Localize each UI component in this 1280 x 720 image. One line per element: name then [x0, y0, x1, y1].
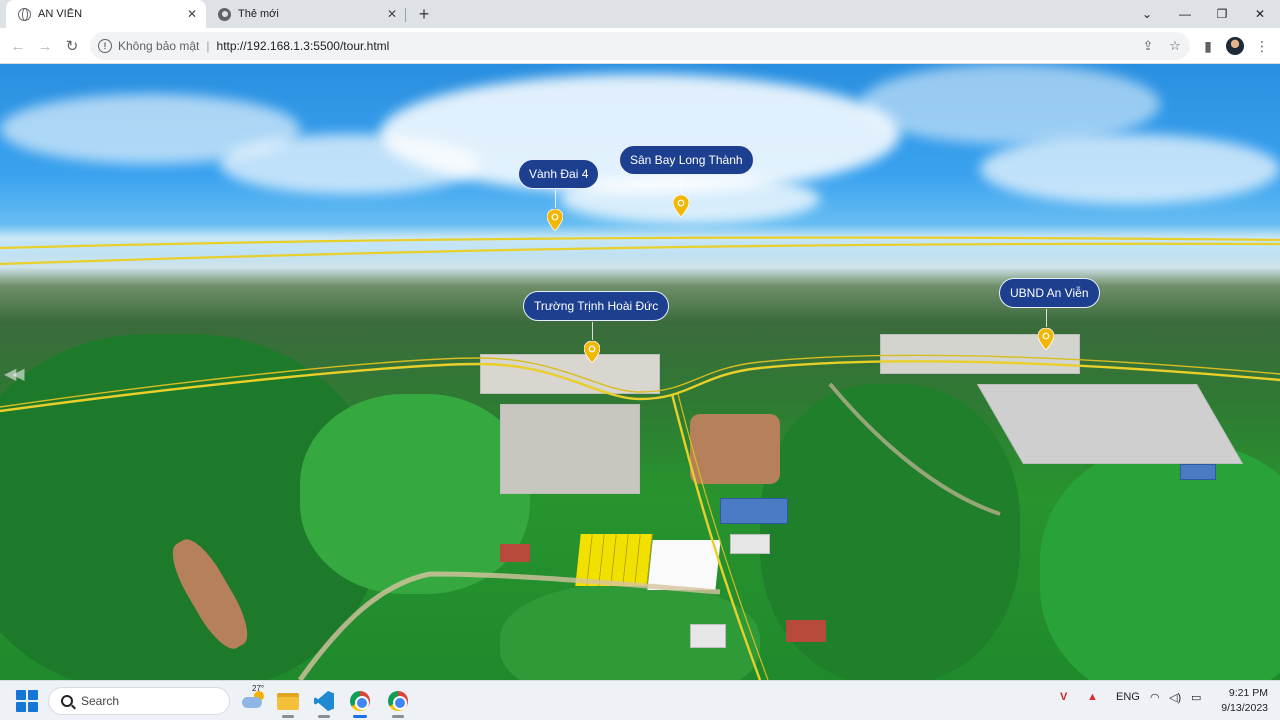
hotspot-stem — [681, 176, 682, 194]
location-pin-icon[interactable] — [1038, 328, 1054, 350]
maximize-button[interactable]: ❐ — [1203, 0, 1241, 28]
back-arrow-icon[interactable]: ← — [6, 34, 30, 58]
location-pin-icon[interactable] — [584, 341, 600, 363]
hotspot-stem — [1046, 309, 1047, 327]
input-language[interactable]: ENG — [1116, 691, 1140, 703]
clock-time: 9:21 PM — [1228, 687, 1268, 699]
hotspot-truong-trinh-hoai-duc-label[interactable]: Trường Trịnh Hoài Đức — [523, 291, 670, 321]
chrome-profile-taskbar-icon[interactable] — [384, 687, 412, 718]
system-clock[interactable]: 9:21 PM 9/13/2023 — [1212, 686, 1268, 716]
tray-app-icon[interactable]: ▲ — [1087, 691, 1098, 703]
close-tab-icon[interactable]: ✕ — [184, 6, 200, 22]
not-secure-icon[interactable]: ! — [98, 39, 112, 53]
reload-icon[interactable]: ↻ — [60, 34, 84, 58]
panorama-viewer[interactable]: Vành Đai 4 Sân Bay Long Thành Trường Trị… — [0, 64, 1280, 680]
chrome-taskbar-icon[interactable] — [346, 687, 374, 718]
tab-an-vien[interactable]: AN VIỄN ✕ — [6, 0, 206, 28]
tab-title: AN VIỄN — [38, 8, 83, 20]
vscode-icon[interactable] — [310, 687, 338, 718]
location-pin-icon[interactable] — [673, 195, 689, 217]
search-icon — [61, 695, 73, 707]
menu-kebab-icon[interactable]: ⋮ — [1250, 34, 1274, 58]
windows-start-icon[interactable] — [16, 690, 38, 712]
tray-app-icon[interactable]: V — [1060, 691, 1067, 703]
side-panel-icon[interactable]: ▮ — [1196, 34, 1220, 58]
address-bar[interactable]: ! Không bảo mật | http://192.168.1.3:550… — [90, 32, 1190, 60]
file-explorer-icon[interactable] — [274, 687, 302, 718]
weather-temperature: 27° — [252, 684, 265, 693]
url-text[interactable]: http://192.168.1.3:5500/tour.html — [217, 39, 390, 53]
hotspot-stem — [555, 190, 556, 208]
volume-icon[interactable]: ◁) — [1169, 691, 1181, 704]
clock-date: 9/13/2023 — [1221, 702, 1268, 714]
hotspot-san-bay-long-thanh-label[interactable]: Sân Bay Long Thành — [619, 145, 754, 175]
omnibox-divider: | — [206, 39, 210, 53]
hotspot-ubnd-an-vien-label[interactable]: UBND An Viễn — [999, 278, 1100, 308]
pan-left-arrow-icon[interactable]: ◀◀ — [4, 364, 30, 383]
close-window-button[interactable]: ✕ — [1241, 0, 1279, 28]
security-label[interactable]: Không bảo mật — [118, 39, 199, 53]
battery-icon[interactable]: ▭ — [1191, 691, 1201, 704]
globe-icon — [18, 7, 31, 21]
taskbar-search[interactable]: Search — [48, 687, 230, 715]
wifi-icon[interactable]: ◠ — [1150, 691, 1160, 704]
location-pin-icon[interactable] — [547, 209, 563, 231]
hotspot-vanh-dai-4-label[interactable]: Vành Đai 4 — [518, 159, 600, 189]
windows-taskbar: Search 27° V ▲ ENG ◠ ◁) ▭ 9:21 PM 9/13/2… — [0, 680, 1280, 720]
profile-avatar[interactable] — [1226, 37, 1244, 55]
chrome-icon — [218, 7, 231, 21]
forward-arrow-icon[interactable]: → — [33, 34, 57, 58]
new-tab-button[interactable]: + — [414, 4, 434, 24]
close-tab-icon[interactable]: ✕ — [384, 6, 400, 22]
bookmark-star-icon[interactable]: ☆ — [1165, 36, 1185, 56]
tab-separator — [405, 8, 406, 22]
search-placeholder: Search — [81, 694, 120, 708]
browser-toolbar: ← → ↻ ! Không bảo mật | http://192.168.1… — [0, 28, 1280, 64]
minimize-button[interactable]: — — [1166, 0, 1204, 28]
hotspot-stem — [592, 322, 593, 340]
cloud-icon — [242, 697, 262, 708]
tab-search-chevron-icon[interactable]: ⌄ — [1128, 0, 1166, 28]
weather-widget[interactable]: 27° — [240, 684, 270, 715]
share-icon[interactable]: ⇪ — [1138, 36, 1158, 56]
tab-strip: AN VIỄN ✕ Thẻ mới ✕ + ⌄ — ❐ ✕ — [0, 0, 1280, 28]
tab-new-tab[interactable]: Thẻ mới ✕ — [208, 0, 406, 28]
tab-title: Thẻ mới — [238, 8, 279, 20]
